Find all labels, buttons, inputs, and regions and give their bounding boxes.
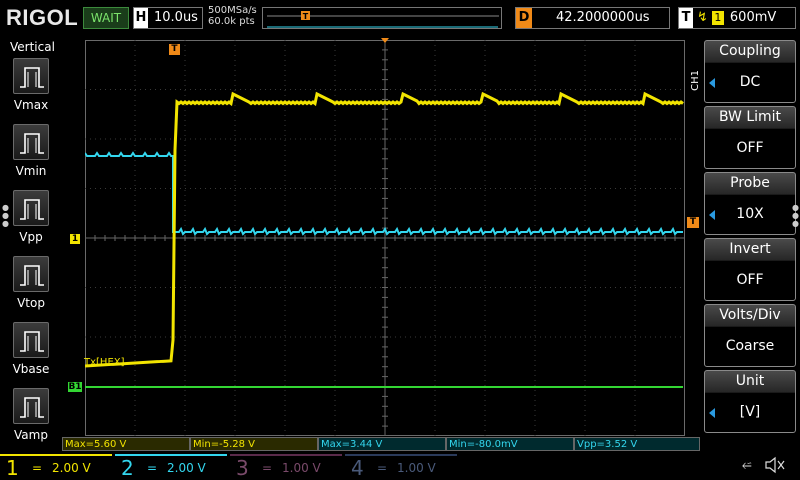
run-status-badge[interactable]: WAIT (83, 7, 129, 29)
measure-vamp-label: Vamp (14, 428, 48, 442)
ch2-status[interactable]: 2 = 2.00 V (115, 454, 227, 480)
ch1-status[interactable]: 1 = 2.00 V (0, 454, 112, 480)
measure-panel-title: Vertical (10, 40, 55, 54)
ch1-scale: 2.00 V (52, 461, 91, 475)
menu-channel-tag: CH1 (690, 70, 701, 91)
center-position-marker (381, 38, 389, 43)
delay-label: D (516, 8, 532, 28)
menu-unit-title: Unit (735, 373, 765, 389)
measure-vbase-label: Vbase (12, 362, 50, 376)
measurement-readout: Vpp=3.52 V (574, 437, 700, 451)
measure-vamp-button[interactable] (13, 388, 49, 424)
ch4-coupling-icon: = (377, 461, 388, 475)
menu-coupling-title: Coupling (719, 43, 781, 59)
ch3-coupling-icon: = (262, 461, 273, 475)
rising-edge-icon: ↯ (697, 10, 708, 25)
speaker-muted-icon[interactable] (764, 456, 786, 474)
pulse-vmin-icon (20, 133, 44, 154)
bus-offset-marker[interactable]: B1 (68, 382, 82, 392)
measurement-readout: Max=3.44 V (318, 437, 446, 451)
measure-vbase-button[interactable] (13, 322, 49, 358)
menu-invert-button[interactable]: Invert OFF (704, 238, 796, 301)
channel-bar: 1 = 2.00 V 2 = 2.00 V 3 = 1.00 V 4 = 1.0… (0, 452, 800, 480)
menu-invert-title: Invert (729, 241, 771, 257)
ch3-scale: 1.00 V (282, 461, 321, 475)
menu-probe-title: Probe (730, 175, 770, 191)
measure-vtop-button[interactable] (13, 256, 49, 292)
menu-volts-div-title: Volts/Div (719, 307, 781, 323)
menu-unit-value: [V] (739, 404, 761, 420)
memory-depth: 60.0k pts (208, 16, 255, 27)
menu-bw-limit-value: OFF (736, 140, 764, 156)
top-status-bar: RIGOL WAIT H 10.0us 500MSa/s 60.0k pts T … (0, 0, 800, 38)
menu-bw-limit-title: BW Limit (718, 109, 782, 125)
trigger-label: T (679, 8, 693, 28)
measure-vmax-button[interactable] (13, 58, 49, 94)
trigger-time-marker[interactable]: T (169, 44, 180, 55)
usb-icon: ⭁ (742, 458, 752, 472)
menu-scroll-dots: ● ● ● (792, 203, 799, 228)
brand-logo: RIGOL (6, 5, 79, 30)
menu-invert-value: OFF (736, 272, 764, 288)
ch2-scale: 2.00 V (167, 461, 206, 475)
measure-vmax-label: Vmax (13, 98, 49, 112)
measure-vtop-label: Vtop (17, 296, 45, 310)
ch4-scale: 1.00 V (397, 461, 436, 475)
timebase-value: 10.0us (154, 10, 198, 25)
trigger-delay[interactable]: D 42.2000000us (515, 7, 670, 29)
measurement-readout: Max=5.60 V (62, 437, 190, 451)
menu-probe-value: 10X (736, 206, 764, 222)
ch3-number: 3 (236, 456, 249, 480)
menu-unit-button[interactable]: Unit [V] (704, 370, 796, 433)
menu-coupling-value: DC (739, 74, 761, 90)
ch1-offset-marker[interactable]: 1 (70, 234, 80, 244)
ch2-number: 2 (121, 456, 134, 480)
measure-vmin-button[interactable] (13, 124, 49, 160)
pulse-vtop-icon (20, 265, 44, 286)
menu-volts-div-button[interactable]: Volts/Div Coarse (704, 304, 796, 367)
menu-volts-div-value: Coarse (725, 338, 775, 354)
measurement-readouts: Max=5.60 V Min=-5.28 V Max=3.44 V Min=-80.0… (62, 437, 700, 451)
pulse-vamp-icon (20, 397, 44, 418)
trigger-level: 600mV (729, 10, 777, 25)
ch1-number: 1 (6, 456, 19, 480)
panel-scroll-dots: ● ● ● (2, 203, 9, 228)
ch4-number: 4 (351, 456, 364, 480)
trigger-source: 1 (711, 11, 724, 25)
delay-value: 42.2000000us (556, 10, 650, 25)
measurement-readout: Min=-80.0mV (446, 437, 574, 451)
pulse-vpp-icon (20, 199, 44, 220)
ch3-status[interactable]: 3 = 1.00 V (230, 454, 342, 480)
ch4-status[interactable]: 4 = 1.00 V (345, 454, 457, 480)
trigger-position-label: T (303, 12, 309, 21)
horizontal-label: H (134, 8, 148, 28)
measure-vmin-label: Vmin (15, 164, 47, 178)
ch1-coupling-icon: = (32, 461, 43, 475)
horizontal-timebase[interactable]: H 10.0us (133, 7, 203, 29)
measure-vpp-button[interactable] (13, 190, 49, 226)
acquisition-info: 500MSa/s 60.0k pts (208, 5, 257, 27)
menu-coupling-button[interactable]: Coupling DC (704, 40, 796, 103)
measure-vpp-label: Vpp (19, 230, 43, 244)
measurement-readout: Min=-5.28 V (190, 437, 318, 451)
pulse-vbase-icon (20, 331, 44, 352)
trigger-settings[interactable]: T ↯ 1 600mV (678, 7, 796, 29)
sample-rate: 500MSa/s (208, 5, 257, 16)
menu-probe-button[interactable]: Probe 10X (704, 172, 796, 235)
pulse-vmax-icon (20, 67, 44, 88)
ch2-coupling-icon: = (147, 461, 158, 475)
trigger-level-marker[interactable]: T (687, 217, 699, 228)
decode-label: Tx[HEX] (84, 357, 125, 368)
memory-overview: T (267, 11, 499, 28)
waveform-position-bar[interactable]: T (262, 7, 502, 29)
waveform-display[interactable] (85, 40, 685, 436)
menu-bw-limit-button[interactable]: BW Limit OFF (704, 106, 796, 169)
